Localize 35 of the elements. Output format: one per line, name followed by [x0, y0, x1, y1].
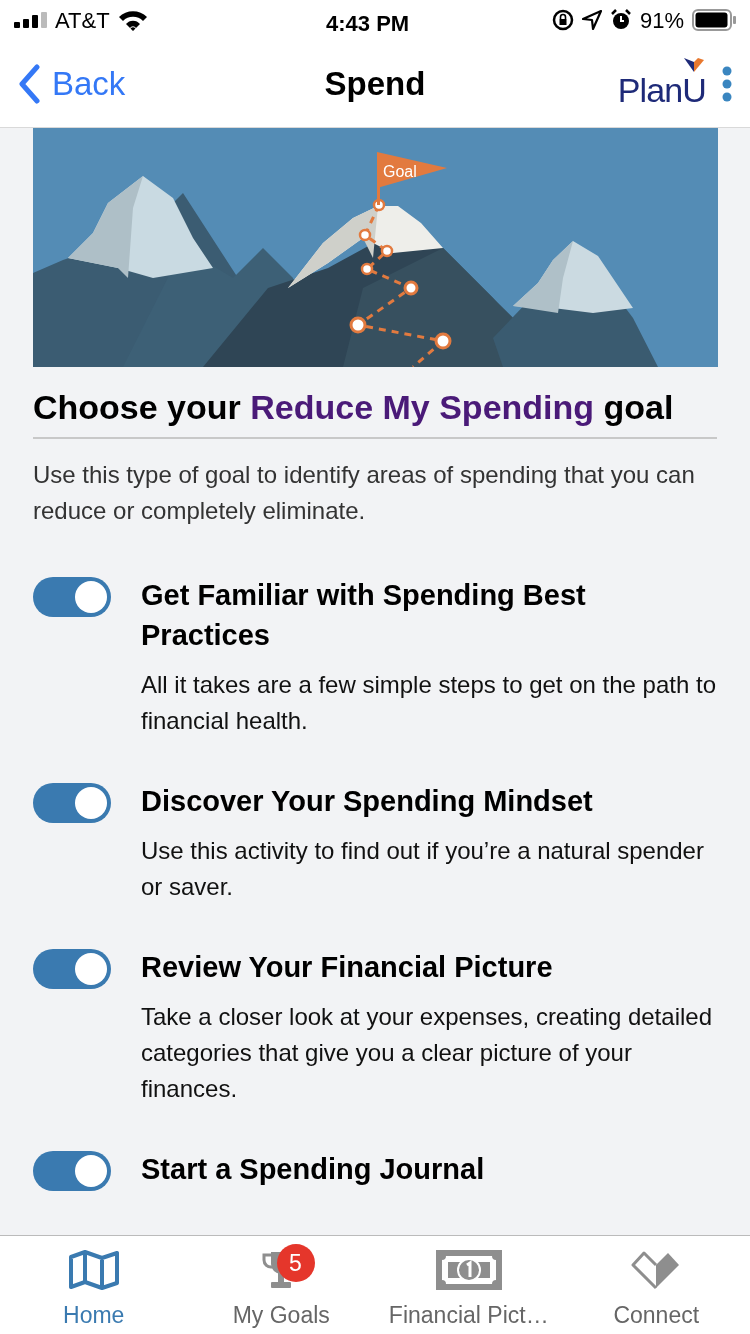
- tab-bar-item[interactable]: Financial Pict…: [375, 1236, 563, 1334]
- activity-description: All it takes are a few simple steps to get on the path to financial health.: [141, 670, 717, 736]
- toggle-switch[interactable]: [33, 577, 111, 617]
- activity-description: Take a closer look at your expenses, creating detailed categories that give you a clear picture of your finances.: [141, 1002, 713, 1104]
- toggle-switch[interactable]: [33, 1151, 111, 1191]
- signal-icon: [14, 12, 48, 28]
- location-icon: [581, 10, 602, 30]
- tab-bar-item[interactable]: Home: [0, 1236, 188, 1334]
- tab-bar-item[interactable]: Connect: [562, 1236, 750, 1334]
- activity-description: Use this activity to find out if you’re a natural spender or saver.: [141, 836, 705, 902]
- flag-label: Goal: [383, 162, 417, 182]
- clock: 4:43 PM: [326, 10, 410, 38]
- toggle-switch[interactable]: [33, 783, 111, 823]
- battery-percent: 91%: [639, 6, 684, 35]
- tab-bar-item[interactable]: My Goals 5: [187, 1236, 375, 1334]
- page-title: Spend: [324, 63, 426, 104]
- carrier: AT&T: [55, 6, 110, 35]
- more-icon[interactable]: [722, 65, 732, 102]
- banknote-icon: [435, 1250, 502, 1290]
- activity-title: Discover Your Spending Mindset: [141, 784, 594, 819]
- rotation-lock-icon: [551, 9, 574, 31]
- back-chevron-icon: [18, 63, 40, 104]
- back-button[interactable]: Back: [18, 58, 126, 109]
- toggle-switch[interactable]: [33, 949, 111, 989]
- activity-title: Get Familiar with Spending Best Practices: [141, 578, 587, 653]
- map-icon: [67, 1250, 120, 1290]
- wifi-icon: [117, 9, 148, 31]
- planu-logo: PlanU: [617, 57, 706, 110]
- section-heading: Choose your Reduce My Spending goal: [33, 385, 717, 439]
- alarm-icon: [609, 9, 632, 31]
- description: Use this type of goal to identify areas of spending that you can reduce or completely eliminate.: [33, 460, 696, 526]
- notification-badge: 5: [276, 1244, 315, 1282]
- activity-title: Start a Spending Journal: [141, 1152, 485, 1187]
- battery-icon: [692, 9, 736, 31]
- activity-title: Review Your Financial Picture: [141, 950, 554, 985]
